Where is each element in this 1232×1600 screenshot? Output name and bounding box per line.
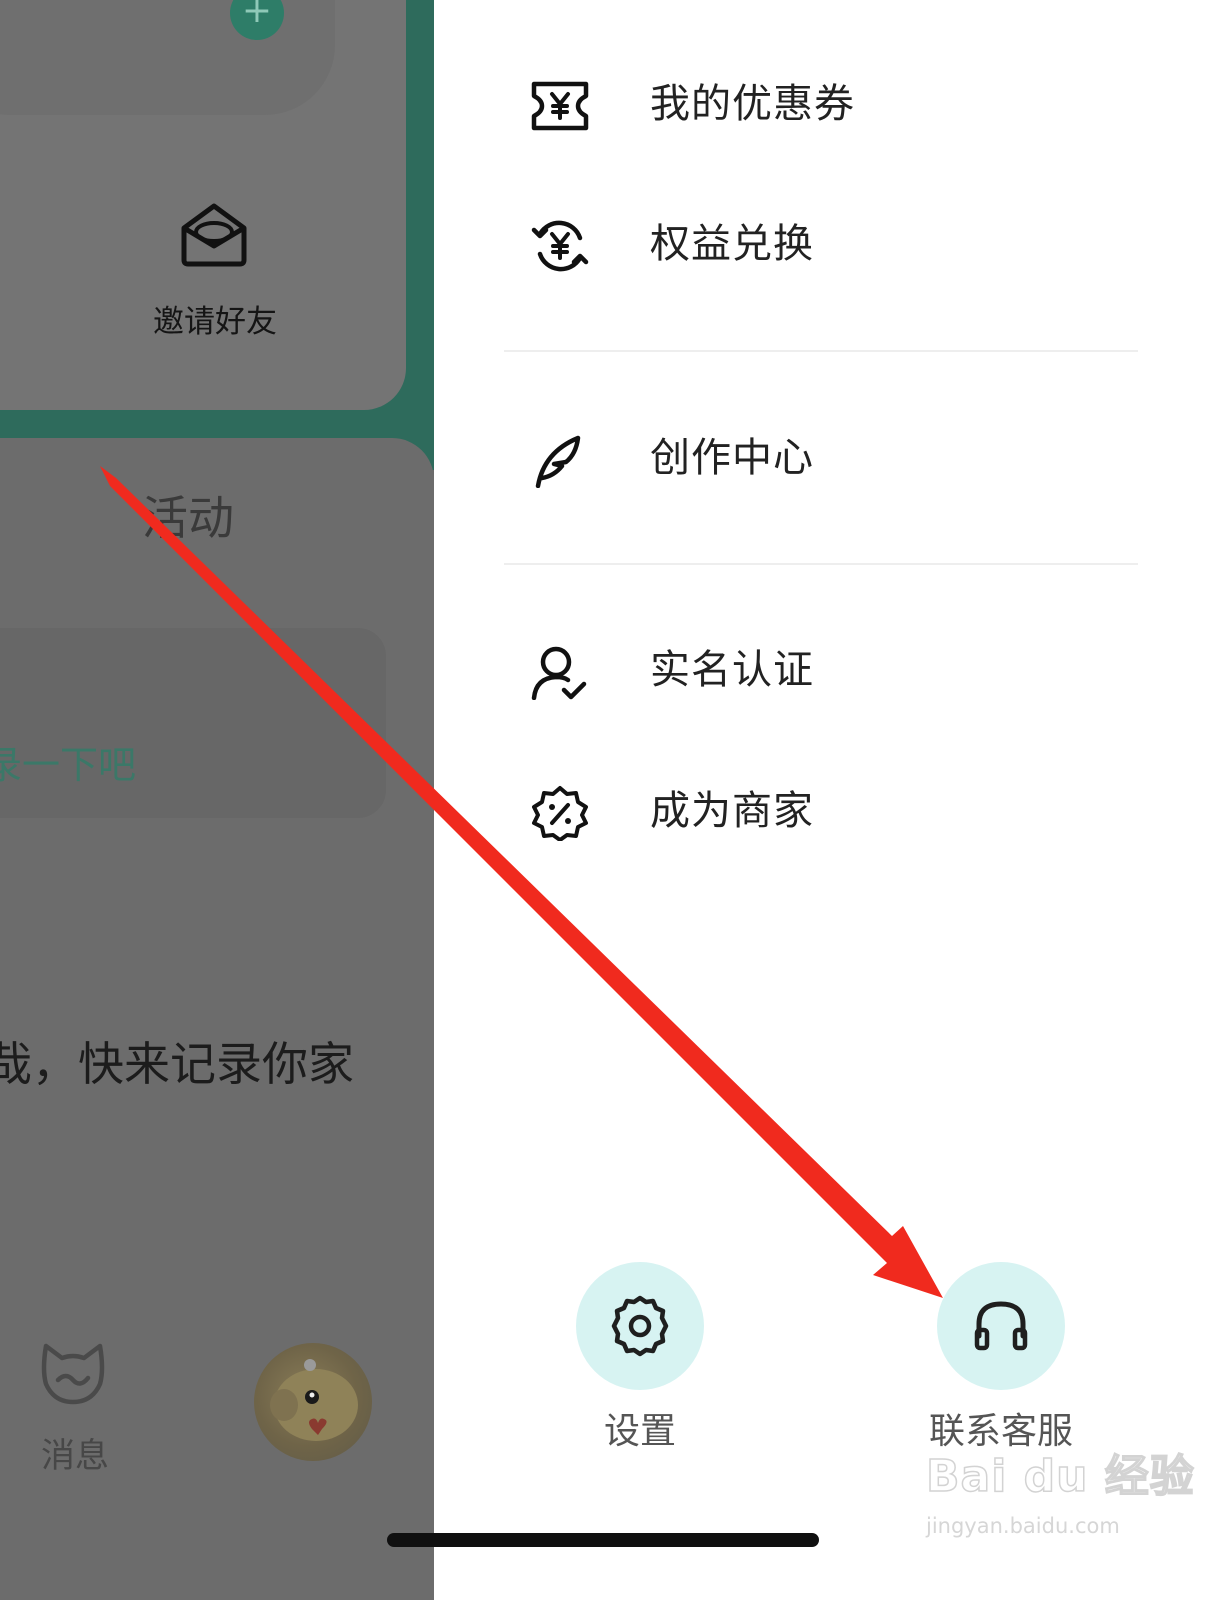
- discount-badge-icon: [532, 786, 588, 841]
- top-card: [0, 0, 335, 115]
- menu-item-coupons[interactable]: 我的优惠券: [530, 64, 1180, 144]
- menu-item-become-merchant[interactable]: 成为商家: [530, 771, 1180, 851]
- watermark-logo: Bai du 经验: [925, 1450, 1195, 1503]
- menu-item-label: 实名认证: [650, 647, 814, 693]
- menu-item-label: 我的优惠券: [650, 81, 855, 127]
- customer-service-circle[interactable]: [937, 1262, 1065, 1390]
- settings-button[interactable]: 设置: [530, 1262, 750, 1462]
- menu-item-label: 成为商家: [650, 788, 814, 834]
- divider: [504, 350, 1138, 352]
- activity-link[interactable]: 录一下吧: [0, 734, 136, 789]
- feed-text: 哉，快来记录你家: [0, 1037, 354, 1091]
- avatar[interactable]: [254, 1343, 372, 1461]
- avatar-image: [270, 1359, 358, 1441]
- activity-panel: [0, 438, 434, 1600]
- menu-item-label: 权益兑换: [650, 221, 814, 267]
- headphones-icon: [974, 1301, 1028, 1351]
- home-indicator[interactable]: [387, 1533, 819, 1547]
- background-app-panel: + 邀请好友 活动 录一下吧 哉，快来记录你家 消息: [0, 0, 434, 1600]
- side-drawer: 我的优惠券 权益兑换 创作中心 实名认证 成为商家 设置 联系客服: [434, 0, 1232, 1600]
- settings-circle[interactable]: [576, 1262, 704, 1390]
- menu-item-label: 创作中心: [650, 435, 814, 481]
- customer-service-button[interactable]: 联系客服: [891, 1262, 1111, 1462]
- activity-card[interactable]: [0, 628, 386, 818]
- watermark-url: jingyan.baidu.com: [926, 1514, 1120, 1538]
- nav-message-label[interactable]: 消息: [30, 1428, 120, 1477]
- feather-icon: [535, 435, 581, 488]
- activity-title: 活动: [142, 491, 234, 545]
- menu-item-real-name[interactable]: 实名认证: [530, 630, 1180, 710]
- menu-item-benefit-exchange[interactable]: 权益兑换: [530, 204, 1180, 284]
- message-cat-icon[interactable]: [38, 1340, 108, 1408]
- coupon-yen-icon: [531, 81, 589, 131]
- user-check-icon: [531, 646, 587, 700]
- invite-friends-label[interactable]: 邀请好友: [120, 296, 310, 341]
- settings-label: 设置: [603, 1411, 676, 1452]
- yen-exchange-icon: [531, 220, 589, 272]
- divider: [504, 563, 1138, 565]
- menu-item-creator-center[interactable]: 创作中心: [530, 418, 1180, 498]
- envelope-icon[interactable]: [178, 198, 250, 270]
- gear-icon: [611, 1295, 669, 1357]
